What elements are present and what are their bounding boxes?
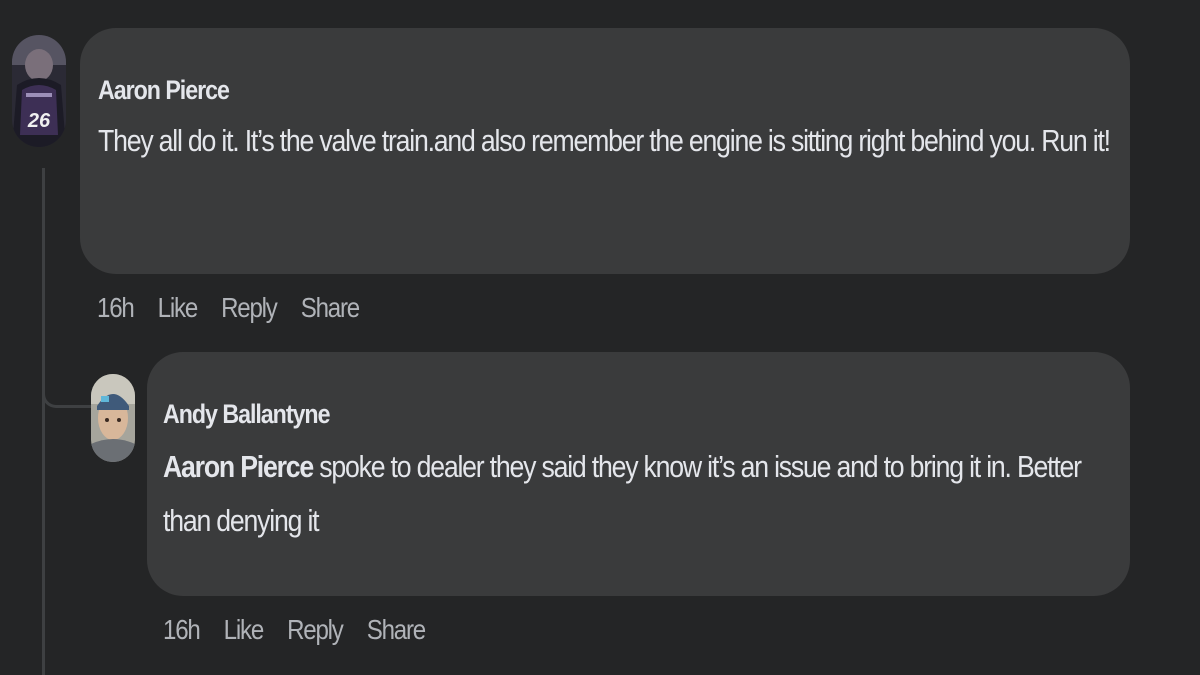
comment-timestamp[interactable]: 16h xyxy=(163,614,201,646)
reply-bubble: Andy Ballantyne Aaron Pierce spoke to de… xyxy=(147,352,1130,596)
comment-actions: 16h Like Reply Share xyxy=(163,614,426,646)
profile-photo-man-cap-icon xyxy=(91,374,135,462)
reply-button[interactable]: Reply xyxy=(287,614,344,646)
thread-connector-line xyxy=(42,168,45,675)
share-button[interactable]: Share xyxy=(367,614,426,646)
reply-button[interactable]: Reply xyxy=(221,292,278,324)
mention-link[interactable]: Aaron Pierce xyxy=(163,449,314,484)
comment-actions: 16h Like Reply Share xyxy=(97,292,360,324)
svg-text:26: 26 xyxy=(27,110,51,132)
reply-connector-line xyxy=(42,360,92,408)
comment-author[interactable]: Andy Ballantyne xyxy=(163,396,979,432)
like-button[interactable]: Like xyxy=(224,614,265,646)
comment-author[interactable]: Aaron Pierce xyxy=(98,72,970,108)
comment-timestamp[interactable]: 16h xyxy=(97,292,135,324)
comment-text: They all do it. It’s the valve train.and… xyxy=(98,123,1111,158)
avatar[interactable]: 26 xyxy=(12,35,66,147)
avatar[interactable] xyxy=(91,374,135,462)
comment-bubble: Aaron Pierce They all do it. It’s the va… xyxy=(80,28,1130,274)
like-button[interactable]: Like xyxy=(158,292,199,324)
profile-photo-jersey-26-icon: 26 xyxy=(12,35,66,147)
share-button[interactable]: Share xyxy=(301,292,360,324)
comment-text: Aaron Pierce spoke to dealer they said t… xyxy=(163,440,1118,548)
